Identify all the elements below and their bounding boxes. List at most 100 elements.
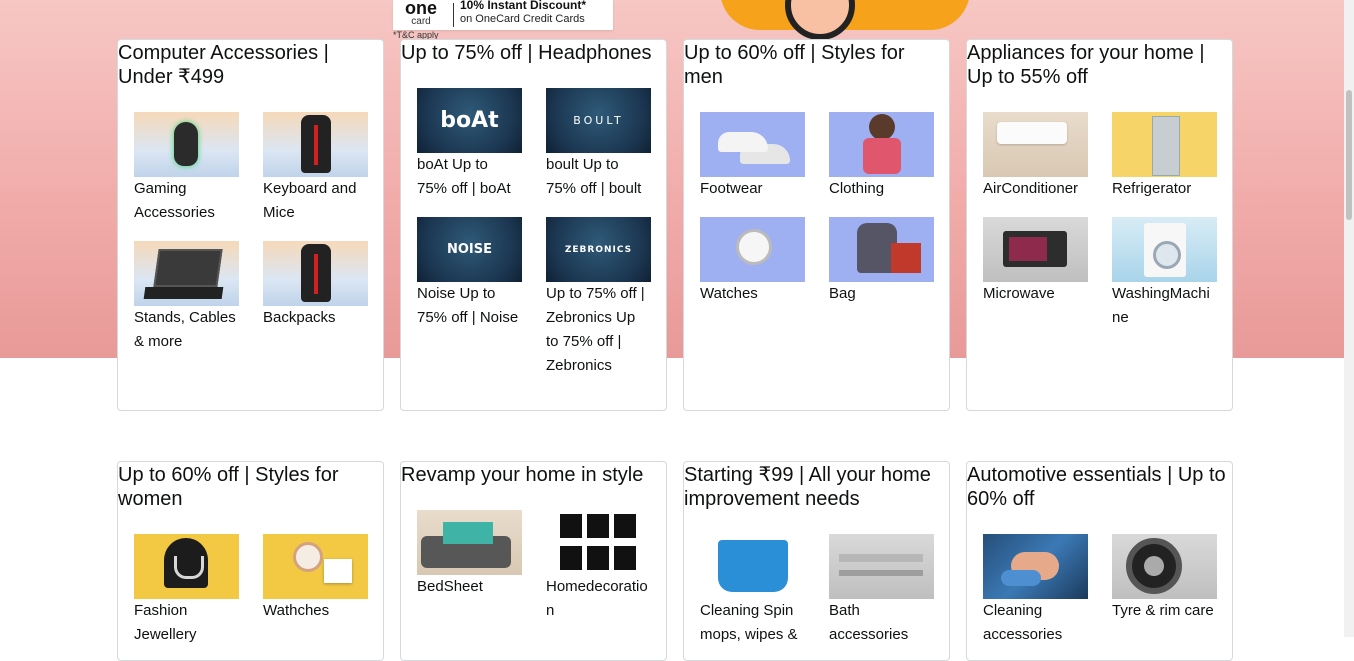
card-grid: Footwear Clothing Watches Bag: [700, 112, 934, 306]
card-headphones: Up to 75% off | Headphones boAt boAt Up …: [400, 39, 667, 411]
tile-label[interactable]: Tyre & rim care: [1112, 599, 1217, 623]
backpack-image[interactable]: [263, 241, 368, 306]
zebronics-brand-image[interactable]: ZEBRONICS: [546, 217, 651, 282]
card-title: Up to 60% off | Styles for women: [118, 464, 339, 510]
card-title: Automotive essentials | Up to 60% off: [967, 464, 1226, 510]
sneakers-image[interactable]: [700, 112, 805, 177]
tile-label[interactable]: Clothing: [829, 177, 934, 201]
watch-image[interactable]: [263, 534, 368, 599]
laptop-stand-image[interactable]: [134, 241, 239, 306]
tile-noise[interactable]: NOISE Noise Up to 75% off | Noise: [417, 217, 522, 378]
tile-backpacks[interactable]: Backpacks: [263, 241, 368, 354]
promo-divider: [453, 3, 454, 27]
card-home-improvement: Starting ₹99 | All your home improvement…: [683, 461, 950, 661]
tile-car-cleaning[interactable]: Cleaning accessories: [983, 534, 1088, 647]
tile-label[interactable]: WashingMachine: [1112, 282, 1217, 330]
page-scrollbar[interactable]: [1344, 0, 1354, 637]
card-appliances: Appliances for your home | Up to 55% off…: [966, 39, 1233, 411]
tile-label[interactable]: Cleaning accessories: [983, 599, 1088, 647]
man-clothing-image[interactable]: [829, 112, 934, 177]
gaming-mouse-image[interactable]: [134, 112, 239, 177]
ac-image[interactable]: [983, 112, 1088, 177]
card-title: Up to 60% off | Styles for men: [684, 42, 905, 88]
tile-air-conditioner[interactable]: AirConditioner: [983, 112, 1088, 201]
boult-brand-image[interactable]: BOULT: [546, 88, 651, 153]
tile-refrigerator[interactable]: Refrigerator: [1112, 112, 1217, 201]
tile-label[interactable]: Refrigerator: [1112, 177, 1217, 201]
tile-label[interactable]: Up to 75% off | Zebronics Up to 75% off …: [546, 282, 651, 378]
tile-label[interactable]: Bag: [829, 282, 934, 306]
watch-image[interactable]: [700, 217, 805, 282]
noise-brand-image[interactable]: NOISE: [417, 217, 522, 282]
tile-label[interactable]: AirConditioner: [983, 177, 1088, 201]
tile-cleaning[interactable]: Cleaning Spin mops, wipes &: [700, 534, 805, 647]
tile-zebronics[interactable]: ZEBRONICS Up to 75% off | Zebronics Up t…: [546, 217, 651, 378]
onecard-logo-text: one: [404, 0, 437, 18]
card-grid: BedSheet Homedecoration: [417, 510, 651, 623]
tile-label[interactable]: Watches: [700, 282, 805, 306]
tile-keyboard-mice[interactable]: Keyboard and Mice: [263, 112, 368, 225]
tile-label[interactable]: Noise Up to 75% off | Noise: [417, 282, 522, 330]
boat-brand-image[interactable]: boAt: [417, 88, 522, 153]
tile-women-watches[interactable]: Wathches: [263, 534, 368, 647]
tile-bag[interactable]: Bag: [829, 217, 934, 306]
card-grid: Gaming Accessories Keyboard and Mice Sta…: [134, 112, 368, 354]
backpack-image[interactable]: [263, 112, 368, 177]
card-automotive: Automotive essentials | Up to 60% off Cl…: [966, 461, 1233, 661]
tile-fashion-jewellery[interactable]: Fashion Jewellery: [134, 534, 239, 647]
card-grid: Cleaning Spin mops, wipes & Bath accesso…: [700, 534, 934, 647]
tile-boult[interactable]: BOULT boult Up to 75% off | boult: [546, 88, 651, 201]
card-grid: boAt boAt Up to 75% off | boAt BOULT bou…: [417, 88, 651, 378]
tile-label[interactable]: Keyboard and Mice: [263, 177, 368, 225]
tile-microwave[interactable]: Microwave: [983, 217, 1088, 330]
card-styles-men: Up to 60% off | Styles for men Footwear …: [683, 39, 950, 411]
tyre-image[interactable]: [1112, 534, 1217, 599]
tile-gaming-accessories[interactable]: Gaming Accessories: [134, 112, 239, 225]
car-cleaning-image[interactable]: [983, 534, 1088, 599]
card-grid: AirConditioner Refrigerator Microwave Wa…: [983, 112, 1217, 330]
tile-footwear[interactable]: Footwear: [700, 112, 805, 201]
tile-label[interactable]: Microwave: [983, 282, 1088, 306]
tile-label[interactable]: BedSheet: [417, 575, 522, 599]
onecard-logo-subtext: card: [411, 16, 431, 27]
fridge-image[interactable]: [1112, 112, 1217, 177]
tile-label[interactable]: Wathches: [263, 599, 368, 623]
tile-bath-accessories[interactable]: Bath accessories: [829, 534, 934, 647]
tile-label[interactable]: Gaming Accessories: [134, 177, 239, 225]
boult-logo: BOULT: [573, 114, 624, 127]
tile-stands-cables[interactable]: Stands, Cables & more: [134, 241, 239, 354]
onecard-logo: one card: [393, 0, 449, 27]
tile-bedsheet[interactable]: BedSheet: [417, 510, 522, 623]
promo-text: 10% Instant Discount* on OneCard Credit …: [460, 0, 586, 25]
zebronics-logo: ZEBRONICS: [564, 244, 633, 255]
tile-label[interactable]: Bath accessories: [829, 599, 934, 647]
tile-home-decoration[interactable]: Homedecoration: [546, 510, 651, 623]
shelf-image[interactable]: [829, 534, 934, 599]
bucket-image[interactable]: [700, 534, 805, 599]
onecard-promo-banner[interactable]: one card 10% Instant Discount* on OneCar…: [393, 0, 613, 30]
tile-tyre-rim[interactable]: Tyre & rim care: [1112, 534, 1217, 647]
luggage-image[interactable]: [829, 217, 934, 282]
tile-clothing[interactable]: Clothing: [829, 112, 934, 201]
scrollbar-thumb[interactable]: [1346, 90, 1352, 220]
tile-boat[interactable]: boAt boAt Up to 75% off | boAt: [417, 88, 522, 201]
tile-label[interactable]: Fashion Jewellery: [134, 599, 239, 647]
frames-image[interactable]: [546, 510, 651, 575]
card-computer-accessories: Computer Accessories | Under ₹499 Gaming…: [117, 39, 384, 411]
card-styles-women: Up to 60% off | Styles for women Fashion…: [117, 461, 384, 661]
card-title: Revamp your home in style: [401, 464, 644, 486]
tile-label[interactable]: Backpacks: [263, 306, 368, 330]
tile-label[interactable]: boAt Up to 75% off | boAt: [417, 153, 522, 201]
tile-washing-machine[interactable]: WashingMachine: [1112, 217, 1217, 330]
tile-label[interactable]: boult Up to 75% off | boult: [546, 153, 651, 201]
necklace-image[interactable]: [134, 534, 239, 599]
sofa-image[interactable]: [417, 510, 522, 575]
tile-label[interactable]: Stands, Cables & more: [134, 306, 239, 354]
tile-watches[interactable]: Watches: [700, 217, 805, 306]
tile-label[interactable]: Footwear: [700, 177, 805, 201]
microwave-image[interactable]: [983, 217, 1088, 282]
tile-label[interactable]: Cleaning Spin mops, wipes &: [700, 599, 805, 647]
washer-image[interactable]: [1112, 217, 1217, 282]
card-grid: Fashion Jewellery Wathches: [134, 534, 368, 647]
tile-label[interactable]: Homedecoration: [546, 575, 651, 623]
